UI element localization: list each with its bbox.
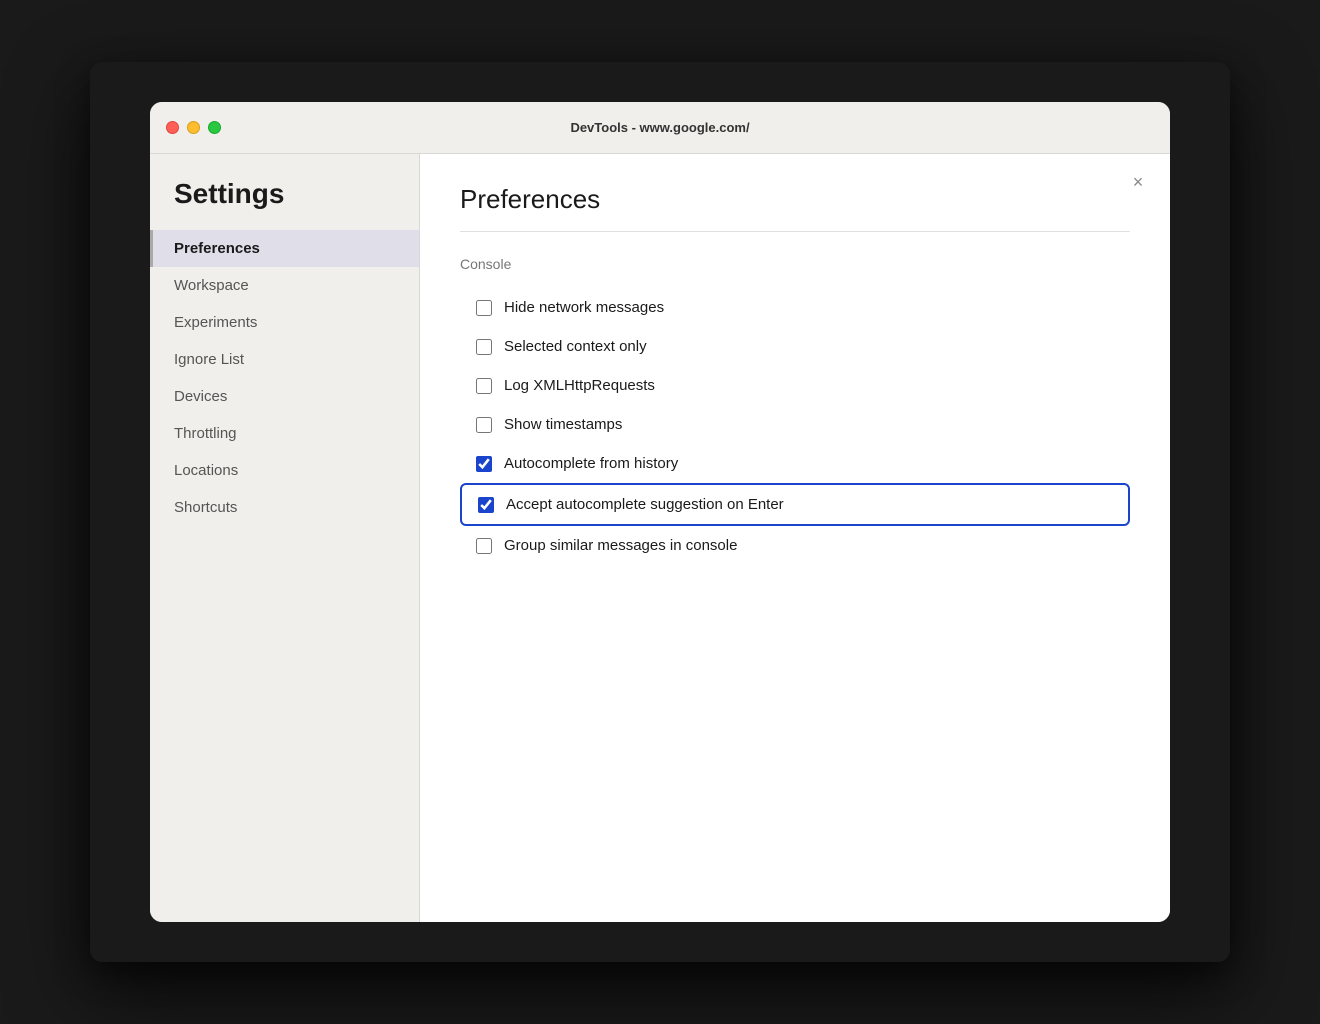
sidebar-item-experiments[interactable]: Experiments [150,304,419,341]
checkbox-item-group-similar[interactable]: Group similar messages in console [460,526,1130,565]
sidebar-nav: Preferences Workspace Experiments Ignore… [150,230,419,526]
checkbox-item-autocomplete-history[interactable]: Autocomplete from history [460,444,1130,483]
checkbox-label-selected-context: Selected context only [504,338,647,355]
sidebar-item-workspace[interactable]: Workspace [150,267,419,304]
checkbox-list: Hide network messages Selected context o… [460,288,1130,565]
main-window: DevTools - www.google.com/ Settings Pref… [150,102,1170,922]
checkbox-hide-network[interactable] [476,300,492,316]
checkbox-label-show-timestamps: Show timestamps [504,416,622,433]
checkbox-label-log-xml: Log XMLHttpRequests [504,377,655,394]
checkbox-item-selected-context[interactable]: Selected context only [460,327,1130,366]
checkbox-label-accept-autocomplete: Accept autocomplete suggestion on Enter [506,496,784,513]
checkbox-show-timestamps[interactable] [476,417,492,433]
sidebar-title: Settings [150,178,419,230]
sidebar-item-throttling[interactable]: Throttling [150,415,419,452]
checkbox-group-similar[interactable] [476,538,492,554]
checkbox-item-show-timestamps[interactable]: Show timestamps [460,405,1130,444]
window-wrapper: DevTools - www.google.com/ Settings Pref… [90,62,1230,962]
sidebar-item-locations[interactable]: Locations [150,452,419,489]
checkbox-item-accept-autocomplete[interactable]: Accept autocomplete suggestion on Enter [460,483,1130,526]
sidebar-item-ignore-list[interactable]: Ignore List [150,341,419,378]
checkbox-item-hide-network[interactable]: Hide network messages [460,288,1130,327]
subsection-title: Console [460,256,1130,272]
traffic-lights [166,121,221,134]
content-area: Settings Preferences Workspace Experimen… [150,154,1170,922]
sidebar-item-preferences[interactable]: Preferences [150,230,419,267]
section-divider [460,231,1130,232]
sidebar: Settings Preferences Workspace Experimen… [150,154,420,922]
checkbox-label-group-similar: Group similar messages in console [504,537,737,554]
close-traffic-light[interactable] [166,121,179,134]
titlebar: DevTools - www.google.com/ [150,102,1170,154]
checkbox-label-autocomplete-history: Autocomplete from history [504,455,678,472]
checkbox-accept-autocomplete[interactable] [478,497,494,513]
checkbox-label-hide-network: Hide network messages [504,299,664,316]
checkbox-log-xml[interactable] [476,378,492,394]
checkbox-autocomplete-history[interactable] [476,456,492,472]
checkbox-selected-context[interactable] [476,339,492,355]
close-button[interactable]: × [1126,170,1150,194]
window-title: DevTools - www.google.com/ [570,120,749,135]
sidebar-item-devices[interactable]: Devices [150,378,419,415]
checkbox-item-log-xml[interactable]: Log XMLHttpRequests [460,366,1130,405]
minimize-traffic-light[interactable] [187,121,200,134]
section-title: Preferences [460,184,1130,215]
maximize-traffic-light[interactable] [208,121,221,134]
sidebar-item-shortcuts[interactable]: Shortcuts [150,489,419,526]
main-panel: × Preferences Console Hide network messa… [420,154,1170,922]
